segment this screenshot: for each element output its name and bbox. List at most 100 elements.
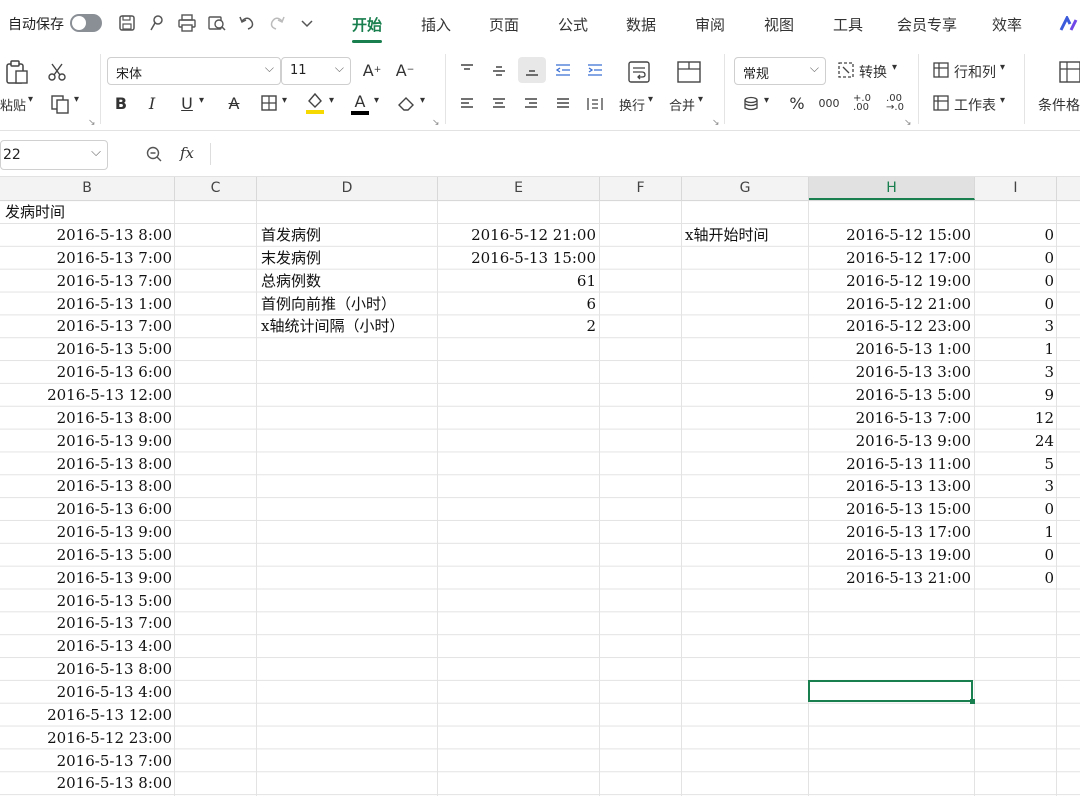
eraser-icon[interactable] [394, 92, 418, 114]
onset-time-cell[interactable]: 2016-5-13 8:00 [0, 658, 172, 681]
font-expand-icon[interactable]: ↘ [432, 118, 440, 128]
axis-time-cell[interactable]: 2016-5-12 21:00 [809, 293, 971, 316]
underline-dropdown-icon[interactable]: ▾ [199, 95, 204, 106]
cut-icon[interactable] [44, 60, 70, 84]
onset-time-cell[interactable]: 2016-5-13 12:00 [0, 704, 172, 727]
chevron-down-icon[interactable] [296, 12, 318, 34]
merge-label[interactable]: 合并 [669, 95, 695, 114]
paste-icon[interactable] [2, 58, 32, 86]
wrap-text-label[interactable]: 换行 [619, 95, 645, 114]
name-box[interactable]: 22 ⌵ [0, 140, 108, 170]
currency-dropdown-icon[interactable]: ▾ [764, 95, 769, 106]
tab-home[interactable]: 开始 [352, 14, 382, 35]
column-header-d[interactable]: D [257, 177, 438, 200]
onset-time-cell[interactable]: 2016-5-13 7:00 [0, 612, 172, 635]
wrap-text-icon[interactable] [624, 58, 654, 86]
axis-time-cell[interactable]: 2016-5-12 17:00 [809, 247, 971, 270]
axis-time-cell[interactable]: 2016-5-13 15:00 [809, 498, 971, 521]
share-icon[interactable] [146, 12, 168, 34]
summary-label-cell[interactable]: 首例向前推（小时） [261, 293, 437, 316]
fill-dropdown-icon[interactable]: ▾ [329, 95, 334, 106]
axis-time-cell[interactable]: 2016-5-13 7:00 [809, 407, 971, 430]
axis-count-cell[interactable]: 12 [975, 407, 1054, 430]
axis-count-cell[interactable]: 0 [975, 567, 1054, 590]
column-header-i[interactable]: I [975, 177, 1057, 200]
axis-count-cell[interactable]: 3 [975, 361, 1054, 384]
strikethrough-icon[interactable]: A [223, 92, 245, 114]
column-header-f[interactable]: F [600, 177, 682, 200]
selected-cell[interactable] [808, 680, 975, 704]
tab-formulas[interactable]: 公式 [558, 14, 588, 35]
axis-count-cell[interactable]: 1 [975, 521, 1054, 544]
axis-time-cell[interactable]: 2016-5-13 3:00 [809, 361, 971, 384]
axis-time-cell[interactable]: 2016-5-13 9:00 [809, 430, 971, 453]
onset-time-cell[interactable]: 2016-5-13 9:00 [0, 567, 172, 590]
onset-time-cell[interactable]: 2016-5-13 9:00 [0, 521, 172, 544]
column-header-c[interactable]: C [175, 177, 257, 200]
paste-label[interactable]: 粘贴 [0, 95, 26, 114]
autosave-toggle[interactable] [70, 14, 102, 32]
align-left-icon[interactable] [456, 94, 478, 114]
convert-dropdown-icon[interactable]: ▾ [892, 62, 897, 73]
justify-icon[interactable] [552, 94, 574, 114]
redo-icon[interactable] [266, 12, 288, 34]
onset-time-cell[interactable]: 2016-5-13 8:00 [0, 475, 172, 498]
onset-time-cell[interactable]: 2016-5-13 7:00 [0, 247, 172, 270]
wrap-dropdown-icon[interactable]: ▾ [648, 94, 653, 105]
onset-time-cell[interactable]: 2016-5-13 6:00 [0, 498, 172, 521]
percent-icon[interactable]: % [786, 92, 808, 114]
increase-indent-icon[interactable] [584, 60, 606, 80]
decrease-decimal-icon[interactable]: .00 →.0 [883, 92, 907, 114]
summary-value-cell[interactable]: 2016-5-13 15:00 [440, 247, 596, 270]
paste-dropdown-icon[interactable]: ▾ [28, 94, 33, 105]
summary-value-cell[interactable]: 2016-5-12 21:00 [440, 224, 596, 247]
tab-tools[interactable]: 工具 [833, 14, 863, 35]
rows-columns-label[interactable]: 行和列 [954, 62, 996, 82]
zoom-icon[interactable] [144, 144, 164, 164]
axis-time-cell[interactable]: 2016-5-13 1:00 [809, 338, 971, 361]
axis-count-cell[interactable]: 3 [975, 475, 1054, 498]
tab-page[interactable]: 页面 [489, 14, 519, 35]
decrease-indent-icon[interactable] [552, 60, 574, 80]
ai-logo-icon[interactable] [1058, 13, 1080, 35]
thousands-icon[interactable]: 000 [818, 92, 840, 114]
print-icon[interactable] [176, 12, 198, 34]
axis-count-cell[interactable]: 1 [975, 338, 1054, 361]
clipboard-expand-icon[interactable]: ↘ [88, 118, 96, 128]
summary-value-cell[interactable]: 61 [440, 270, 596, 293]
tab-insert[interactable]: 插入 [421, 14, 451, 35]
onset-time-cell[interactable]: 2016-5-13 9:00 [0, 430, 172, 453]
onset-time-cell[interactable]: 2016-5-13 8:00 [0, 224, 172, 247]
axis-count-cell[interactable]: 0 [975, 293, 1054, 316]
convert-label[interactable]: 转换 [859, 62, 887, 82]
font-size-select[interactable]: 11 ⌵ [281, 57, 351, 85]
axis-count-cell[interactable]: 5 [975, 453, 1054, 476]
increase-decimal-icon[interactable]: +.0.00 [850, 92, 874, 114]
tab-efficiency[interactable]: 效率 [992, 14, 1022, 35]
align-middle-icon[interactable] [488, 60, 510, 80]
font-name-select[interactable]: 宋体 ⌵ [107, 57, 281, 85]
italic-icon[interactable]: I [141, 92, 163, 114]
font-color-dropdown-icon[interactable]: ▾ [374, 95, 379, 106]
fill-color-icon[interactable] [303, 90, 327, 116]
onset-time-cell[interactable]: 2016-5-12 23:00 [0, 727, 172, 750]
tab-member[interactable]: 会员专享 [897, 14, 957, 35]
conditional-format-label[interactable]: 条件格 [1038, 95, 1080, 115]
onset-time-cell[interactable]: 2016-5-13 12:00 [0, 384, 172, 407]
axis-start-label[interactable]: x轴开始时间 [685, 224, 768, 247]
axis-time-cell[interactable]: 2016-5-12 19:00 [809, 270, 971, 293]
border-dropdown-icon[interactable]: ▾ [282, 95, 287, 106]
cell-b-header[interactable]: 发病时间 [5, 201, 65, 224]
axis-count-cell[interactable]: 9 [975, 384, 1054, 407]
rows-columns-dropdown-icon[interactable]: ▾ [1000, 62, 1005, 73]
summary-label-cell[interactable]: 首发病例 [261, 224, 437, 247]
onset-time-cell[interactable]: 2016-5-13 4:00 [0, 635, 172, 658]
cell-grid[interactable]: 发病时间 2016-5-13 8:00 2016-5-13 7:00 2016-5-… [0, 201, 1080, 796]
worksheet-dropdown-icon[interactable]: ▾ [1000, 95, 1005, 106]
summary-value-cell[interactable]: 2 [440, 315, 596, 338]
worksheet-icon[interactable] [930, 92, 952, 114]
onset-time-cell[interactable]: 2016-5-13 7:00 [0, 270, 172, 293]
summary-value-cell[interactable]: 6 [440, 293, 596, 316]
onset-time-cell[interactable]: 2016-5-13 6:00 [0, 361, 172, 384]
summary-label-cell[interactable]: 总病例数 [261, 270, 437, 293]
